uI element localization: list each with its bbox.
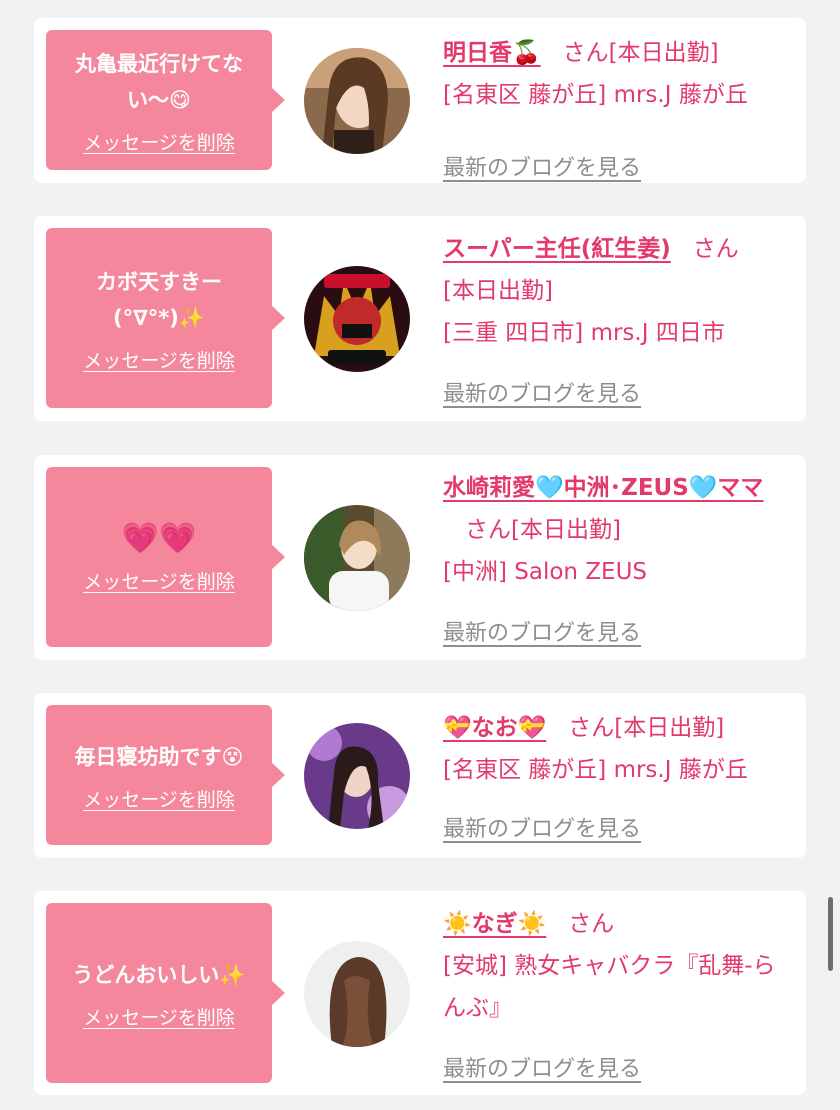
cast-info: 💝なお💝 さん[本日出勤] [名東区 藤が丘] mrs.J 藤が丘 最新のブログを… [443, 707, 795, 842]
shop-location: [三重 四日市] mrs.J 四日市 [443, 320, 725, 346]
avatar-woman-photo [304, 505, 410, 611]
avatar[interactable] [304, 505, 410, 611]
status-badge: [本日出勤] [614, 715, 725, 741]
honorific: さん [568, 911, 615, 937]
cast-info: ☀️なぎ☀️ さん [安城] 熟女キャバクラ『乱舞-らんぶ』 最新のブログを見る [443, 903, 795, 1082]
scrollbar[interactable] [828, 897, 833, 971]
cast-info: スーパー主任(紅生姜) さん [本日出勤] [三重 四日市] mrs.J 四日市 … [443, 228, 795, 407]
avatar-woman-photo [304, 48, 410, 154]
avatar[interactable] [304, 723, 410, 829]
cast-info: 明日香🍒 さん[本日出勤] [名東区 藤が丘] mrs.J 藤が丘 最新のブログを… [443, 32, 795, 181]
avatar-woman-photo [304, 723, 410, 829]
latest-blog-link[interactable]: 最新のブログを見る [443, 811, 641, 843]
delete-message-link[interactable]: メッセージを削除 [83, 785, 235, 812]
message-list: 丸亀最近行けてな い〜😋 メッセージを削除 明日香🍒 さん[本日出勤] [名東区 … [0, 0, 840, 1110]
latest-blog-link[interactable]: 最新のブログを見る [443, 150, 641, 182]
avatar[interactable] [304, 48, 410, 154]
message-card: 毎日寝坊助です😵 メッセージを削除 💝なお💝 さん[本日出勤] [名東区 藤が丘]… [34, 693, 806, 858]
latest-blog-link[interactable]: 最新のブログを見る [443, 615, 641, 647]
honorific: さん [465, 517, 511, 543]
avatar-woman-hair-photo [304, 941, 410, 1047]
cast-name-link[interactable]: 💝なお💝 [443, 715, 546, 741]
message-text: カボ天すきー (°∇°*)✨ [96, 269, 222, 330]
cast-name-link[interactable]: 水崎莉愛🩵中洲･ZEUS🩵ママ [443, 475, 763, 501]
shop-location: [名東区 藤が丘] mrs.J 藤が丘 [443, 82, 748, 108]
message-text: 💗💗 [121, 520, 197, 556]
message-card: うどんおいしい✨ メッセージを削除 ☀️なぎ☀️ さん [安城] 熟女キャバクラ『… [34, 891, 806, 1095]
message-bubble: うどんおいしい✨ メッセージを削除 [46, 903, 272, 1083]
message-text: 毎日寝坊助です😵 [74, 744, 244, 769]
avatar-anime-character [304, 266, 410, 372]
cast-info: 水崎莉愛🩵中洲･ZEUS🩵ママさん[本日出勤] [中洲] Salon ZEUS … [443, 467, 795, 646]
cast-name-link[interactable]: スーパー主任(紅生姜) [443, 236, 671, 262]
message-bubble: カボ天すきー (°∇°*)✨ メッセージを削除 [46, 228, 272, 408]
avatar[interactable] [304, 266, 410, 372]
delete-message-link[interactable]: メッセージを削除 [83, 346, 235, 373]
delete-message-link[interactable]: メッセージを削除 [83, 1003, 235, 1030]
avatar[interactable] [304, 941, 410, 1047]
message-text: 丸亀最近行けてな い〜😋 [75, 51, 243, 112]
shop-location: [中洲] Salon ZEUS [443, 559, 648, 585]
shop-location: [安城] 熟女キャバクラ『乱舞-らんぶ』 [443, 953, 776, 1021]
honorific: さん [692, 236, 739, 262]
honorific: さん [562, 40, 609, 66]
message-card: カボ天すきー (°∇°*)✨ メッセージを削除 スーパー主任(紅生姜) さん [本… [34, 216, 806, 421]
shop-location: [名東区 藤が丘] mrs.J 藤が丘 [443, 757, 748, 783]
status-badge: [本日出勤] [608, 40, 719, 66]
message-bubble: 丸亀最近行けてな い〜😋 メッセージを削除 [46, 30, 272, 170]
latest-blog-link[interactable]: 最新のブログを見る [443, 1051, 641, 1083]
message-card: 💗💗 メッセージを削除 水崎莉愛🩵中洲･ZEUS🩵ママさん[本日出勤] [中洲]… [34, 455, 806, 660]
cast-name-link[interactable]: 明日香🍒 [443, 40, 541, 66]
honorific: さん [568, 715, 615, 741]
latest-blog-link[interactable]: 最新のブログを見る [443, 376, 641, 408]
message-text: うどんおいしい✨ [72, 962, 246, 987]
status-badge: [本日出勤] [511, 517, 621, 543]
delete-message-link[interactable]: メッセージを削除 [83, 567, 235, 594]
message-bubble: 💗💗 メッセージを削除 [46, 467, 272, 647]
status-badge: [本日出勤] [443, 278, 553, 304]
message-card: 丸亀最近行けてな い〜😋 メッセージを削除 明日香🍒 さん[本日出勤] [名東区 … [34, 18, 806, 183]
delete-message-link[interactable]: メッセージを削除 [83, 128, 235, 155]
message-bubble: 毎日寝坊助です😵 メッセージを削除 [46, 705, 272, 845]
cast-name-link[interactable]: ☀️なぎ☀️ [443, 911, 546, 937]
